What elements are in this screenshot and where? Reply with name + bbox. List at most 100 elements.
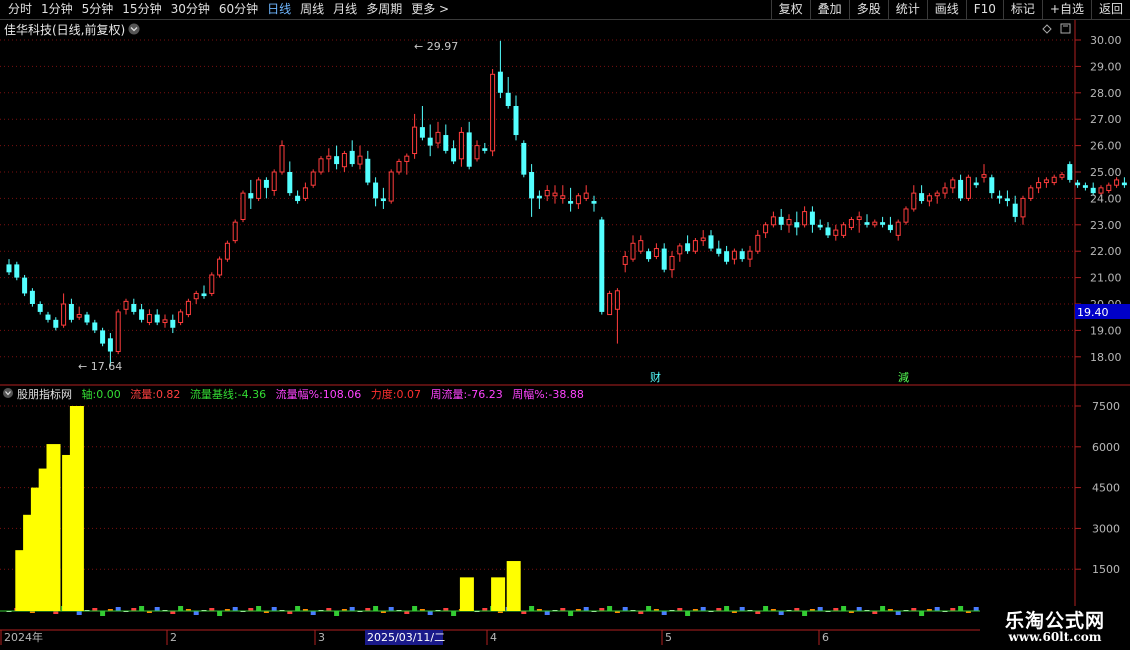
date-tick-label: 2024年: [4, 630, 43, 644]
candle-body: [521, 142, 527, 175]
price-tick-label: 26.00: [1090, 140, 1122, 153]
title-dropdown-icon[interactable]: [128, 23, 140, 35]
candle-body: [895, 221, 901, 236]
field-flow-pct-label: 流量幅%:: [276, 387, 323, 401]
tab-period-15min[interactable]: 15分钟: [118, 2, 166, 17]
candle-body: [1082, 185, 1088, 188]
candle-body: [614, 290, 620, 310]
candle-body: [29, 290, 35, 304]
tab-period-daily[interactable]: 日线: [263, 2, 296, 17]
watermark: 乐淘公式网 www.60lt.com: [980, 606, 1130, 650]
candle-body: [872, 221, 878, 226]
price-tick-label: 19.00: [1090, 324, 1122, 337]
candle-body: [388, 171, 394, 202]
field-strength-label: 力度:: [371, 387, 397, 401]
tab-period-more[interactable]: 更多 >: [407, 2, 454, 17]
candle-body: [1114, 179, 1120, 186]
candle-body: [380, 198, 386, 202]
candle-body: [310, 171, 316, 186]
candle-body: [365, 158, 371, 183]
tab-period-5min[interactable]: 5分钟: [78, 2, 119, 17]
event-mark-reduce[interactable]: 減: [898, 370, 909, 384]
candle-body: [817, 224, 823, 228]
tab-period-60min[interactable]: 60分钟: [215, 2, 263, 17]
candle-body: [669, 255, 675, 271]
tab-period-multi[interactable]: 多周期: [362, 2, 407, 17]
candle-body: [224, 242, 230, 260]
panel-max-icon[interactable]: [1060, 23, 1071, 34]
f10-button[interactable]: F10: [965, 0, 1003, 19]
diamond-icon[interactable]: [1042, 24, 1052, 34]
candle-body: [926, 195, 932, 202]
candle-body: [599, 219, 605, 312]
tab-period-1min[interactable]: 1分钟: [37, 2, 78, 17]
candle-body: [1028, 187, 1034, 199]
price-tick-label: 27.00: [1090, 113, 1122, 126]
indicator-name: 股朋指标网: [17, 387, 72, 401]
indicator-noise-bar: [583, 607, 589, 611]
candle-body: [739, 251, 745, 260]
candle-body: [552, 192, 558, 197]
candle-body: [755, 234, 761, 252]
price-tick-label: 29.00: [1090, 60, 1122, 73]
candle-body: [794, 222, 800, 228]
mark-button[interactable]: 标记: [1002, 0, 1042, 19]
stock-chart[interactable]: 佳华科技(日线,前复权) 30.0029.0028.0027.0026.0025…: [0, 20, 1130, 650]
indicator-noise-bar: [880, 606, 886, 611]
candle-body: [76, 314, 82, 318]
candle-body: [178, 311, 184, 323]
date-tick-label: 5: [665, 631, 672, 644]
period-tabs: 分时 1分钟 5分钟 15分钟 30分钟 60分钟 日线 周线 月线 多周期 更…: [4, 2, 454, 17]
price-tick-label: 28.00: [1090, 87, 1122, 100]
candle-body: [84, 314, 90, 323]
flow-bar: [69, 406, 84, 611]
candle-body: [412, 126, 418, 155]
restore-rights-button[interactable]: 复权: [770, 0, 810, 19]
indicator-noise-bar: [802, 611, 808, 616]
indicator-tick-label: 3000: [1092, 522, 1120, 535]
stock-title: 佳华科技(日线,前复权): [4, 22, 125, 37]
candle-body: [1075, 182, 1081, 186]
candle-body: [435, 131, 441, 144]
candle-body: [529, 172, 535, 199]
candle-body: [1051, 176, 1057, 184]
statistics-button[interactable]: 统计: [887, 0, 927, 19]
date-tick-label: 3: [318, 631, 325, 644]
candle-body: [302, 187, 308, 199]
candle-body: [357, 155, 363, 165]
indicator-noise-bar: [100, 611, 106, 616]
flow-bar: [46, 444, 61, 611]
tab-period-30min[interactable]: 30分钟: [167, 2, 215, 17]
indicator-noise-bar: [232, 607, 238, 611]
date-tick-label: 6: [822, 631, 829, 644]
candle-body: [653, 248, 659, 257]
indicator-noise-bar: [427, 611, 433, 615]
multi-stock-button[interactable]: 多股: [848, 0, 888, 19]
overlay-button[interactable]: 叠加: [809, 0, 849, 19]
candle-body: [575, 195, 581, 205]
draw-line-button[interactable]: 画线: [926, 0, 966, 19]
event-mark-finance[interactable]: 财: [650, 370, 661, 384]
candle-body: [185, 300, 191, 316]
tab-period-fenshi[interactable]: 分时: [4, 2, 37, 17]
tab-period-monthly[interactable]: 月线: [329, 2, 362, 17]
price-tick-label: 30.00: [1090, 34, 1122, 47]
add-watchlist-button[interactable]: +自选: [1041, 0, 1091, 19]
candle-body: [965, 176, 971, 199]
indicator-noise-bar: [661, 611, 667, 615]
back-button[interactable]: 返回: [1090, 0, 1130, 19]
candle-body: [513, 106, 519, 136]
candle-body: [100, 330, 106, 344]
tab-period-weekly[interactable]: 周线: [296, 2, 329, 17]
candle-body: [848, 219, 854, 228]
date-tick-label: 4: [490, 631, 497, 644]
candle-body: [934, 192, 940, 197]
indicator-dropdown-icon[interactable]: [3, 388, 13, 398]
indicator-noise-bar: [529, 606, 535, 611]
indicator-noise-bar: [451, 611, 457, 616]
candle-body: [638, 240, 644, 252]
indicator-noise-bar: [295, 606, 301, 611]
candle-body: [92, 322, 98, 331]
candle-body: [724, 251, 730, 262]
candle-body: [911, 192, 917, 210]
